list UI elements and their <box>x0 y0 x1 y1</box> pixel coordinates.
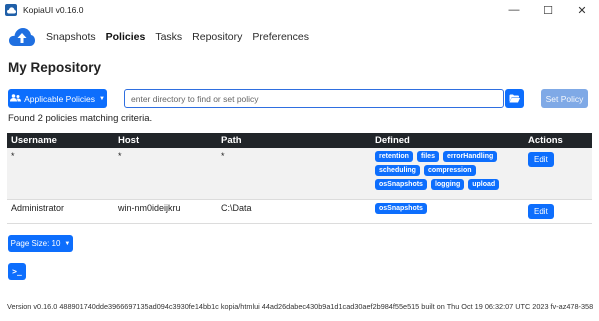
cell-path: C:\Data <box>217 199 371 224</box>
minimize-button[interactable]: — <box>497 0 531 20</box>
defined-badges: osSnapshots <box>375 202 515 214</box>
maximize-button[interactable]: ☐ <box>531 0 565 20</box>
column-header-defined[interactable]: Defined <box>371 133 524 148</box>
caret-down-icon: ▼ <box>64 240 71 247</box>
version-info: Version v0.16.0 488901740dde3966697135ad… <box>7 302 594 311</box>
column-header-host[interactable]: Host <box>114 133 217 148</box>
results-count-text: Found 2 policies matching criteria. <box>8 113 153 124</box>
column-header-username[interactable]: Username <box>7 133 114 148</box>
caret-down-icon: ▼ <box>98 95 105 102</box>
badge-retention: retention <box>375 151 413 162</box>
nav-policies[interactable]: Policies <box>106 31 146 43</box>
table-row: * * * retention files errorHandling sche… <box>7 148 592 200</box>
badge-os-snapshots: osSnapshots <box>375 202 427 214</box>
cell-host: * <box>114 148 217 200</box>
defined-badges: retention files errorHandling scheduling… <box>375 151 515 190</box>
badge-scheduling: scheduling <box>375 165 420 176</box>
badge-compression: compression <box>423 165 476 176</box>
set-policy-button[interactable]: Set Policy <box>541 89 588 108</box>
folder-open-icon <box>509 90 520 108</box>
badge-files: files <box>416 151 439 162</box>
browse-folder-button[interactable] <box>505 89 524 108</box>
policy-path-input[interactable] <box>124 89 504 108</box>
kopia-app-icon <box>5 4 17 16</box>
cell-path: * <box>217 148 371 200</box>
terminal-button[interactable]: >_ <box>8 263 26 280</box>
window-titlebar: KopiaUI v0.16.0 — ☐ ✕ <box>0 0 599 20</box>
cell-username: Administrator <box>7 199 114 224</box>
badge-logging: logging <box>430 179 465 190</box>
kopia-logo-icon[interactable] <box>7 26 37 48</box>
cell-defined: retention files errorHandling scheduling… <box>371 148 524 200</box>
applicable-policies-dropdown[interactable]: Applicable Policies ▼ <box>8 89 107 108</box>
column-header-path[interactable]: Path <box>217 133 371 148</box>
nav-preferences[interactable]: Preferences <box>252 31 309 43</box>
badge-upload: upload <box>468 179 500 190</box>
top-nav: Snapshots Policies Tasks Repository Pref… <box>0 22 599 52</box>
cell-host: win-nm0ideijkru <box>114 199 217 224</box>
window-title: KopiaUI v0.16.0 <box>23 5 84 15</box>
policies-table: Username Host Path Defined Actions * * *… <box>7 133 592 224</box>
page-size-dropdown[interactable]: Page Size: 10 ▼ <box>8 235 73 252</box>
users-icon <box>10 93 22 104</box>
cell-actions: Edit <box>524 148 592 200</box>
applicable-policies-label: Applicable Policies <box>24 93 95 104</box>
badge-os-snapshots: osSnapshots <box>375 179 427 190</box>
close-button[interactable]: ✕ <box>565 0 599 20</box>
nav-repository[interactable]: Repository <box>192 31 242 43</box>
badge-error-handling: errorHandling <box>442 151 498 162</box>
nav-tasks[interactable]: Tasks <box>155 31 182 43</box>
column-header-actions: Actions <box>524 133 592 148</box>
edit-button[interactable]: Edit <box>528 152 554 167</box>
edit-button[interactable]: Edit <box>528 203 554 219</box>
table-header-row: Username Host Path Defined Actions <box>7 133 592 148</box>
nav-snapshots[interactable]: Snapshots <box>46 31 96 43</box>
page-title: My Repository <box>8 60 102 75</box>
cell-actions: Edit <box>524 199 592 224</box>
cell-username: * <box>7 148 114 200</box>
page-size-label: Page Size: 10 <box>10 239 61 248</box>
table-row: Administrator win-nm0ideijkru C:\Data os… <box>7 199 592 224</box>
cell-defined: osSnapshots <box>371 199 524 224</box>
